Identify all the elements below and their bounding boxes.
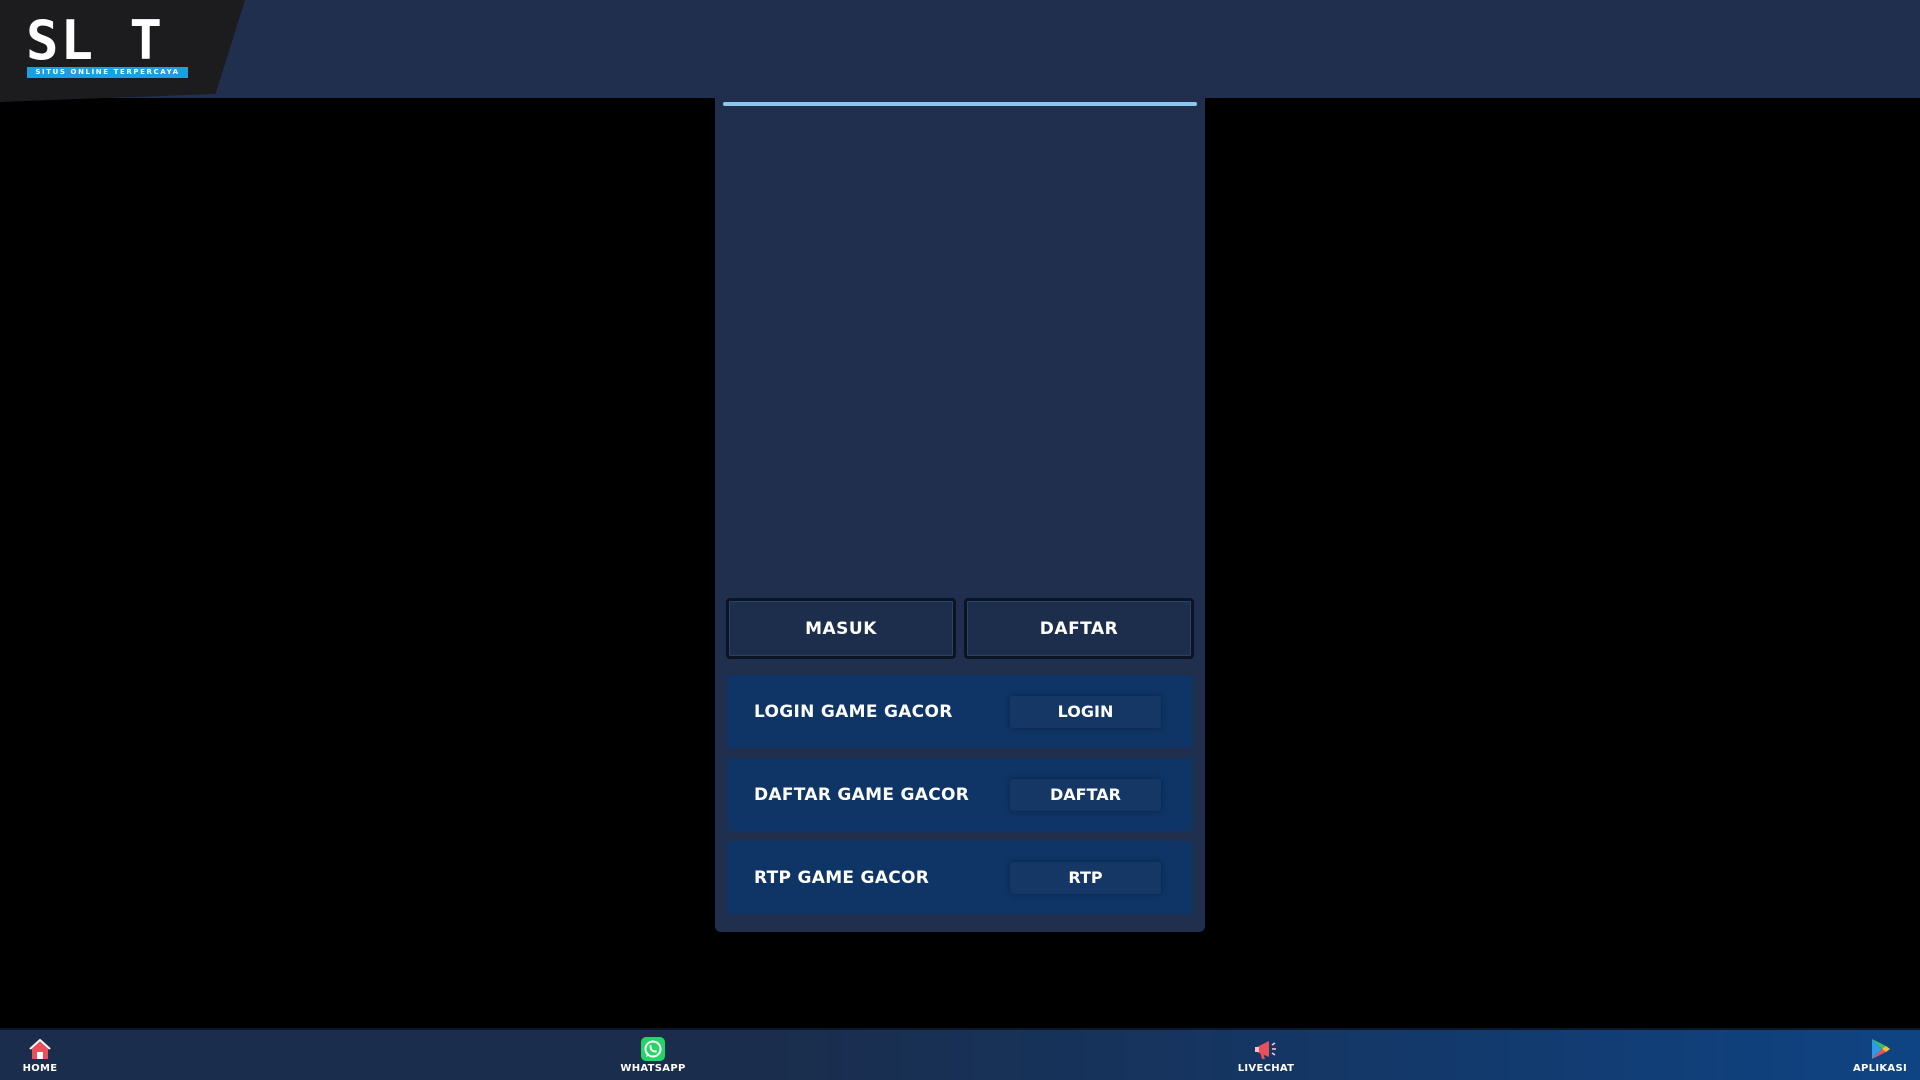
card-daftar-game: DAFTAR GAME GACOR DAFTAR [727, 758, 1193, 831]
main-panel: MASUK DAFTAR LOGIN GAME GACOR LOGIN DAFT… [715, 98, 1205, 932]
nav-aplikasi[interactable]: APLIKASI [1835, 1030, 1920, 1080]
login-button[interactable]: LOGIN [1010, 695, 1161, 728]
nav-home-label: HOME [22, 1063, 58, 1074]
rtp-button[interactable]: RTP [1010, 861, 1161, 894]
top-header [0, 0, 1920, 98]
card-label: DAFTAR GAME GACOR [754, 784, 970, 805]
nav-livechat[interactable]: LIVECHAT [1221, 1030, 1311, 1080]
play-store-icon [1872, 1039, 1890, 1059]
daftar-button[interactable]: DAFTAR [964, 598, 1194, 659]
bottom-nav: HOME WHATSAPP LIVECHAT APLIKASI [0, 1028, 1920, 1080]
nav-aplikasi-label: APLIKASI [1853, 1063, 1907, 1074]
logo-tagline: SITUS ONLINE TERPERCAYA [27, 67, 188, 78]
auth-buttons: MASUK DAFTAR [726, 598, 1194, 659]
nav-home[interactable]: HOME [0, 1030, 85, 1080]
card-label: LOGIN GAME GACOR [754, 701, 953, 722]
panel-accent-line [723, 102, 1197, 106]
logo-text: SL T [26, 9, 165, 72]
card-login-game: LOGIN GAME GACOR LOGIN [727, 675, 1193, 748]
megaphone-icon [1255, 1041, 1276, 1059]
whatsapp-icon [641, 1037, 665, 1061]
home-icon [29, 1038, 51, 1059]
nav-whatsapp-label: WHATSAPP [620, 1063, 686, 1074]
logo[interactable]: SL T SITUS ONLINE TERPERCAYA [0, 0, 245, 102]
masuk-button[interactable]: MASUK [726, 598, 956, 659]
nav-livechat-label: LIVECHAT [1237, 1063, 1295, 1074]
card-rtp-game: RTP GAME GACOR RTP [727, 841, 1193, 914]
nav-whatsapp[interactable]: WHATSAPP [608, 1030, 698, 1080]
card-label: RTP GAME GACOR [754, 867, 930, 888]
daftar-card-button[interactable]: DAFTAR [1010, 778, 1161, 811]
